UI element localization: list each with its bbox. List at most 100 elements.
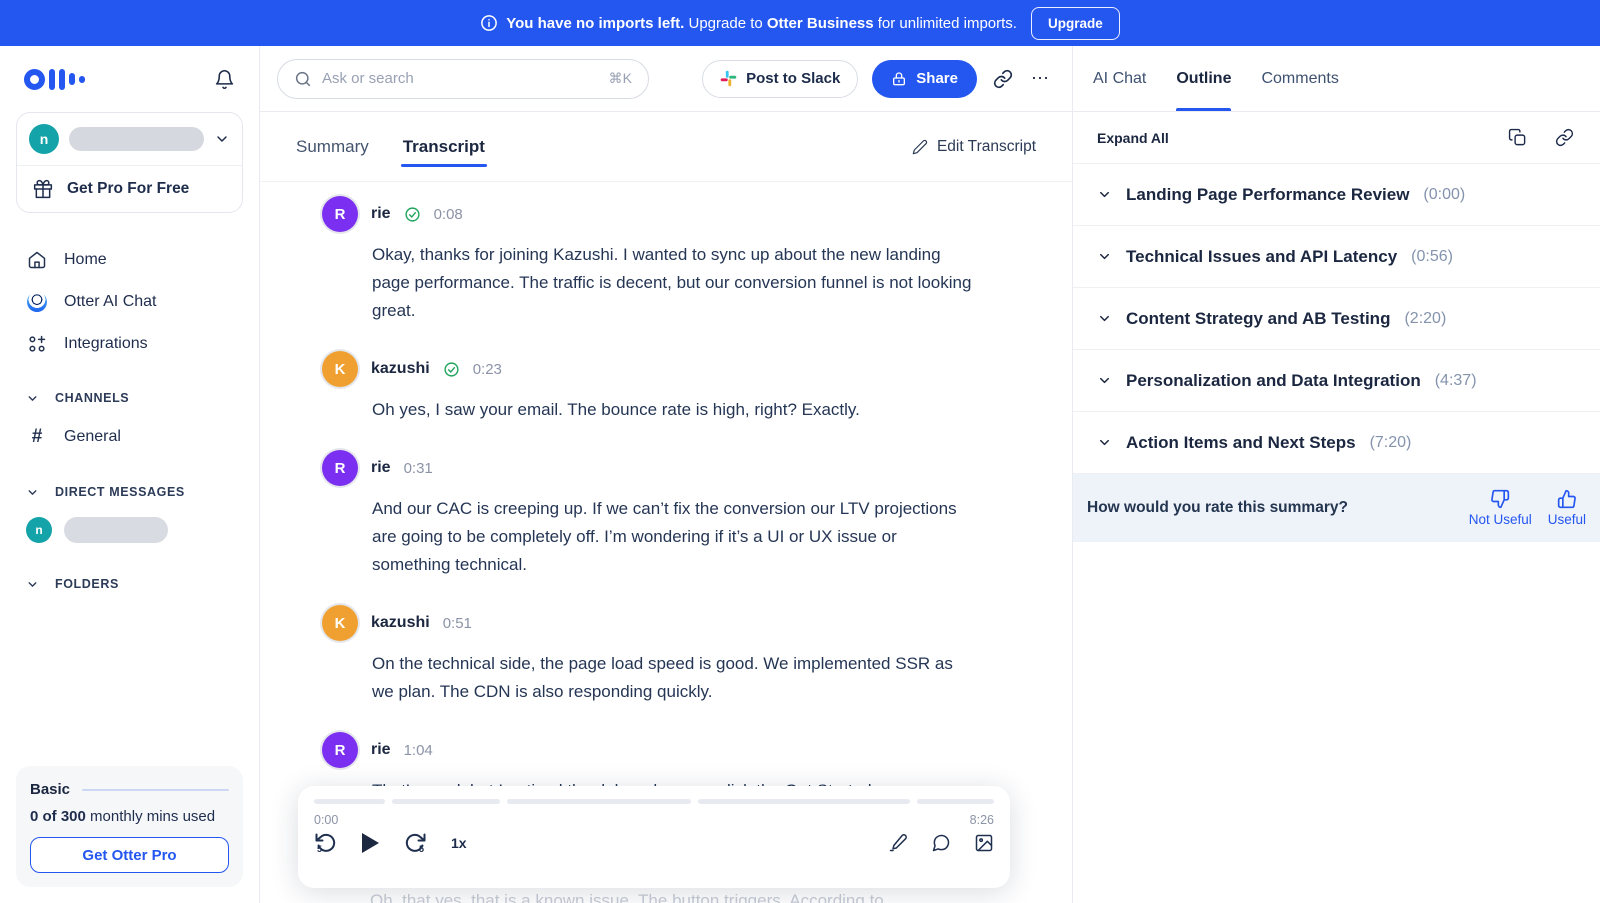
chevron-down-icon[interactable] [1097,311,1112,326]
speaker-name[interactable]: kazushi [371,360,430,378]
search-placeholder: Ask or search [322,70,599,87]
outline-item[interactable]: Landing Page Performance Review (0:00) [1073,164,1600,226]
chevron-down-icon[interactable] [1097,187,1112,202]
banner-regular-2: for unlimited imports. [874,15,1017,32]
outline-item[interactable]: Personalization and Data Integration (4:… [1073,350,1600,412]
plan-usage-text: 0 of 300 monthly mins used [30,808,229,825]
outline-item-title[interactable]: Technical Issues and API Latency [1126,247,1397,267]
search-input[interactable]: Ask or search ⌘K [277,59,649,99]
otter-logo[interactable] [24,64,85,94]
outline-item[interactable]: Technical Issues and API Latency (0:56) [1073,226,1600,288]
message-timestamp[interactable]: 1:04 [404,742,433,759]
copy-link-icon[interactable] [991,67,1015,91]
sidebar-item-home[interactable]: Home [16,239,243,281]
outline-item-title[interactable]: Content Strategy and AB Testing [1126,309,1390,329]
outline-item-timestamp[interactable]: (0:56) [1411,248,1453,266]
message-timestamp[interactable]: 0:31 [404,460,433,477]
audio-segment[interactable] [392,799,500,804]
outline-item-timestamp[interactable]: (2:20) [1404,310,1446,328]
tab-outline[interactable]: Outline [1176,46,1231,111]
next-message-faded-text: Oh, that yes, that is a known issue. The… [370,891,884,903]
outline-item-timestamp[interactable]: (0:00) [1423,186,1465,204]
channels-section-header[interactable]: CHANNELS [16,381,243,415]
play-button[interactable] [362,833,379,853]
upgrade-button[interactable]: Upgrade [1031,7,1120,40]
chevron-down-icon[interactable] [1097,435,1112,450]
sidebar-item-otter-ai-chat[interactable]: Otter AI Chat [16,281,243,323]
chevron-down-icon[interactable] [1097,249,1112,264]
outline-item[interactable]: Content Strategy and AB Testing (2:20) [1073,288,1600,350]
chevron-down-icon [214,131,230,147]
outline-item-timestamp[interactable]: (4:37) [1435,372,1477,390]
integrations-icon [26,334,48,354]
waveform-progress[interactable] [314,799,994,804]
add-image-icon[interactable] [974,833,994,853]
useful-label: Useful [1548,512,1586,527]
search-icon [294,70,312,88]
chevron-down-icon[interactable] [1097,373,1112,388]
account-switcher[interactable]: n [17,113,242,165]
playback-speed-button[interactable]: 1x [451,835,467,851]
message-text[interactable]: Oh yes, I saw your email. The bounce rat… [372,396,972,424]
outline-link-icon[interactable] [1553,126,1576,149]
edit-transcript-button[interactable]: Edit Transcript [912,138,1036,156]
not-useful-button[interactable]: Not Useful [1469,489,1532,527]
audio-segment[interactable] [314,799,385,804]
post-to-slack-label: Post to Slack [746,70,840,87]
direct-messages-section-header[interactable]: DIRECT MESSAGES [16,475,243,509]
speaker-avatar[interactable]: K [322,351,358,387]
notifications-bell-icon[interactable] [212,67,237,92]
audio-segment[interactable] [507,799,691,804]
message-text[interactable]: On the technical side, the page load spe… [372,650,972,706]
message-timestamp[interactable]: 0:08 [434,206,463,223]
get-otter-pro-button[interactable]: Get Otter Pro [30,837,229,873]
outline-item-title[interactable]: Action Items and Next Steps [1126,433,1356,453]
speaker-name[interactable]: kazushi [371,614,430,632]
direct-messages-label: DIRECT MESSAGES [55,485,185,499]
copy-outline-icon[interactable] [1506,126,1529,149]
outline-item[interactable]: Action Items and Next Steps (7:20) [1073,412,1600,474]
outline-item-title[interactable]: Landing Page Performance Review [1126,185,1409,205]
rewind-5-button[interactable]: 5 [314,831,338,855]
direct-message-item[interactable]: n [16,509,243,551]
outline-toolbar: Expand All [1073,112,1600,164]
message-timestamp[interactable]: 0:23 [473,361,502,378]
useful-button[interactable]: Useful [1548,489,1586,527]
annotate-pencil-icon[interactable] [888,833,908,853]
sidebar-item-integrations[interactable]: Integrations [16,323,243,365]
forward-5-button[interactable]: 5 [403,831,427,855]
folders-section-header[interactable]: FOLDERS [16,567,243,601]
divider [82,789,229,791]
total-time: 8:26 [970,813,994,827]
outline-item-timestamp[interactable]: (7:20) [1370,434,1412,452]
more-options-icon[interactable]: ⋯ [1029,66,1052,91]
audio-segment[interactable] [917,799,994,804]
speaker-avatar[interactable]: R [322,196,358,232]
speaker-name[interactable]: rie [371,205,391,223]
message-text[interactable]: And our CAC is creeping up. If we can’t … [372,495,972,579]
tab-ai-chat[interactable]: AI Chat [1093,46,1146,111]
share-button[interactable]: Share [872,60,977,98]
speaker-avatar[interactable]: R [322,450,358,486]
speaker-name[interactable]: rie [371,741,391,759]
speaker-avatar[interactable]: R [322,732,358,768]
tab-summary[interactable]: Summary [296,112,369,181]
sidebar-item-channel-general[interactable]: # General [16,415,243,459]
speaker-avatar[interactable]: K [322,605,358,641]
message-text[interactable]: Okay, thanks for joining Kazushi. I want… [372,241,972,325]
get-pro-for-free[interactable]: Get Pro For Free [17,166,242,212]
audio-player: 0:00 8:26 5 5 1x [298,786,1010,888]
outline-item-title[interactable]: Personalization and Data Integration [1126,371,1421,391]
lock-icon [891,71,907,87]
comment-bubble-icon[interactable] [931,833,951,853]
tab-comments[interactable]: Comments [1261,46,1338,111]
tab-transcript[interactable]: Transcript [403,112,485,181]
speaker-name[interactable]: rie [371,459,391,477]
rating-question: How would you rate this summary? [1087,499,1348,517]
chevron-down-icon [26,392,39,405]
expand-all-button[interactable]: Expand All [1097,130,1169,146]
post-to-slack-button[interactable]: Post to Slack [702,60,858,98]
message-timestamp[interactable]: 0:51 [443,615,472,632]
not-useful-label: Not Useful [1469,512,1532,527]
audio-segment[interactable] [698,799,910,804]
